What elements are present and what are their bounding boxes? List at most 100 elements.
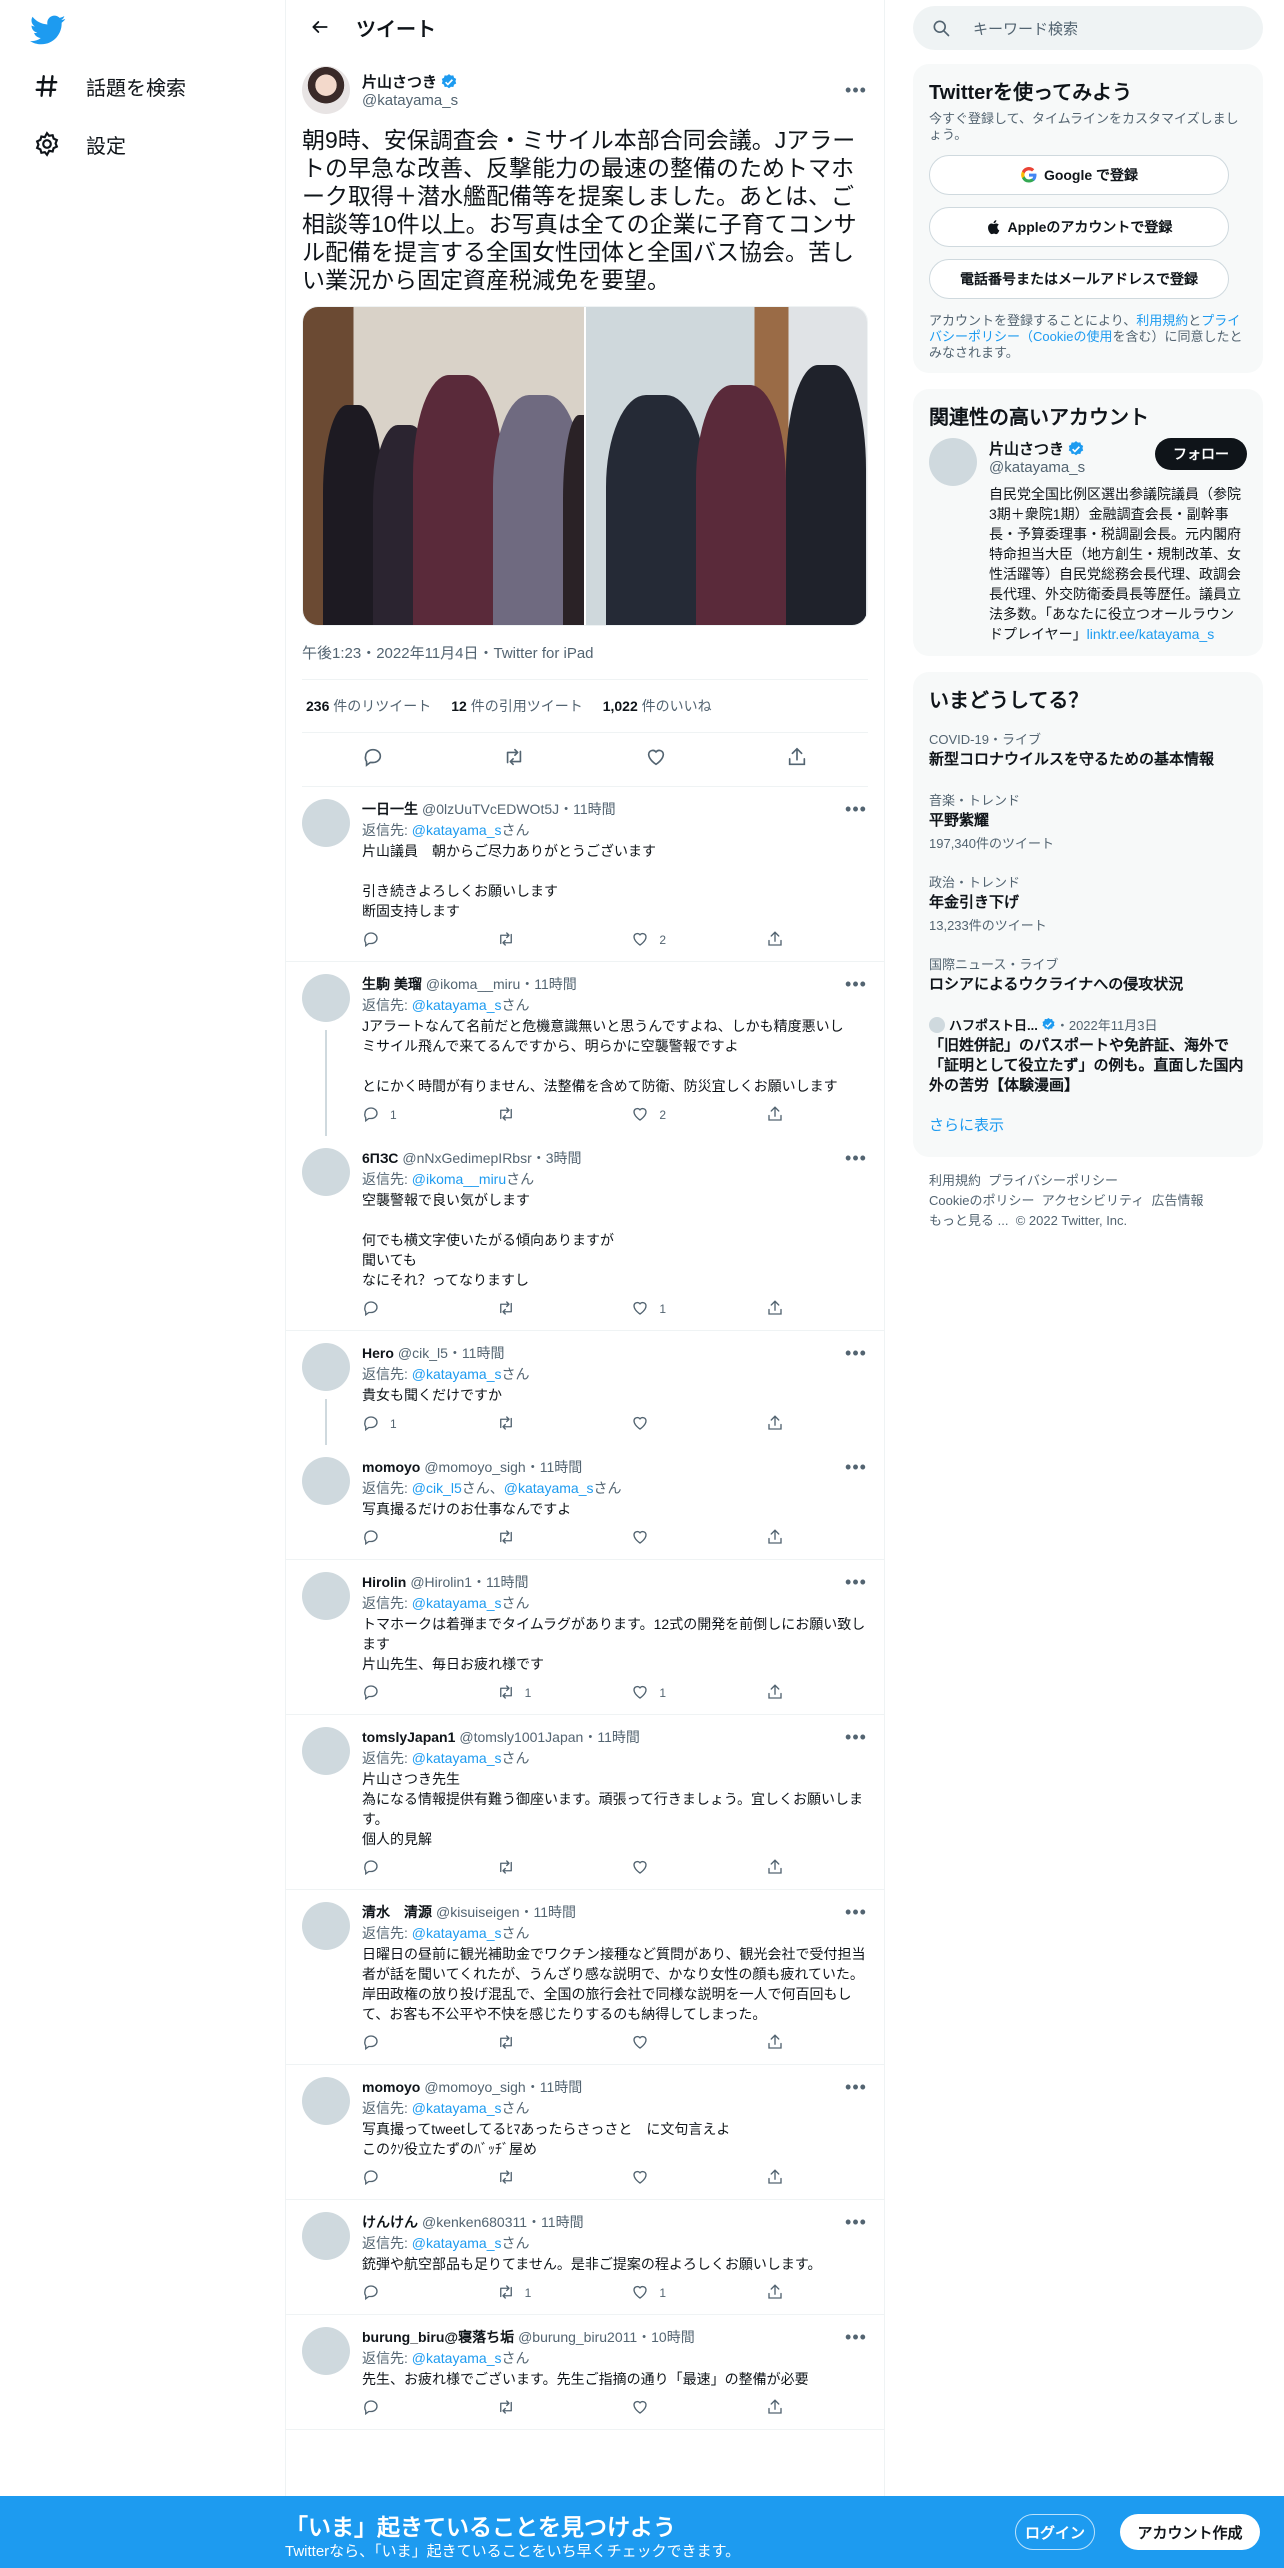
- related-name[interactable]: 片山さつき: [989, 438, 1064, 459]
- retweet-button[interactable]: [497, 2033, 597, 2054]
- share-button[interactable]: [766, 2398, 794, 2419]
- like-button[interactable]: [631, 2168, 731, 2189]
- tweet-photo[interactable]: [586, 307, 867, 625]
- like-button[interactable]: [631, 2398, 731, 2419]
- reply-button[interactable]: 1: [362, 1105, 462, 1126]
- more-options-icon[interactable]: •••: [844, 2077, 868, 2098]
- share-button[interactable]: [766, 1105, 794, 1126]
- reply-to-link[interactable]: @katayama_s: [412, 1750, 502, 1766]
- avatar[interactable]: [302, 2077, 350, 2125]
- back-arrow-icon[interactable]: [302, 9, 338, 45]
- reply-button[interactable]: [362, 1299, 462, 1320]
- quote-count[interactable]: 12 件の引用ツイート: [451, 696, 582, 716]
- like-button[interactable]: 1: [631, 2283, 731, 2304]
- reply-tweet[interactable]: 生駒 美瑠 @ikoma__miru・11時間 ••• 返信先: @kataya…: [286, 962, 884, 1136]
- reply-button[interactable]: [362, 1683, 462, 1704]
- reply-to-link[interactable]: @katayama_s: [412, 2235, 502, 2251]
- signup-button[interactable]: アカウント作成: [1120, 2514, 1260, 2550]
- avatar[interactable]: [302, 1457, 350, 1505]
- trend-item[interactable]: COVID-19・ライブ 新型コロナウイルスを守るための基本情報: [929, 719, 1247, 780]
- more-options-icon[interactable]: •••: [844, 974, 868, 995]
- tweet-timestamp[interactable]: 午後1:23・2022年11月4日・Twitter for iPad: [302, 626, 868, 680]
- footer-link[interactable]: 広告情報: [1152, 1193, 1204, 1208]
- footer-link[interactable]: 利用規約: [929, 1173, 981, 1188]
- reply-button[interactable]: [362, 2033, 462, 2054]
- share-icon[interactable]: [786, 746, 808, 773]
- more-options-icon[interactable]: •••: [844, 1572, 868, 1593]
- retweet-icon[interactable]: [503, 746, 525, 773]
- like-button[interactable]: [631, 2033, 731, 2054]
- reply-button[interactable]: [362, 1528, 462, 1549]
- reply-to-link[interactable]: @ikoma__miru: [412, 1171, 506, 1187]
- author-name[interactable]: 片山さつき: [362, 71, 437, 92]
- more-options-icon[interactable]: •••: [844, 1902, 868, 1923]
- reply-author-name[interactable]: 生駒 美瑠: [362, 974, 422, 994]
- twitter-logo-icon[interactable]: [30, 12, 66, 48]
- reply-button[interactable]: [362, 2398, 462, 2419]
- retweet-button[interactable]: 1: [497, 2283, 597, 2304]
- reply-button[interactable]: [362, 2168, 462, 2189]
- avatar[interactable]: [302, 2327, 350, 2375]
- share-button[interactable]: [766, 1528, 794, 1549]
- more-options-icon[interactable]: •••: [844, 2212, 868, 2233]
- reply-tweet[interactable]: tomslyJapan1 @tomsly1001Japan・11時間 ••• 返…: [286, 1715, 884, 1890]
- share-button[interactable]: [766, 2168, 794, 2189]
- retweet-button[interactable]: [497, 1858, 597, 1879]
- reply-to-link[interactable]: @katayama_s: [412, 2350, 502, 2366]
- avatar[interactable]: [302, 974, 350, 1022]
- reply-author-name[interactable]: 一日一生: [362, 799, 418, 819]
- reply-tweet[interactable]: momoyo @momoyo_sigh・11時間 ••• 返信先: @cik_l…: [286, 1445, 884, 1560]
- reply-to-link[interactable]: @katayama_s: [412, 1366, 502, 1382]
- avatar[interactable]: [302, 1902, 350, 1950]
- reply-button[interactable]: [362, 2283, 462, 2304]
- reply-to-link[interactable]: @katayama_s: [412, 822, 502, 838]
- login-button[interactable]: ログイン: [1015, 2514, 1095, 2550]
- reply-tweet[interactable]: Hero @cik_l5・11時間 ••• 返信先: @katayama_sさん…: [286, 1331, 884, 1445]
- reply-author-name[interactable]: tomslyJapan1: [362, 1729, 455, 1745]
- retweet-button[interactable]: [497, 2168, 597, 2189]
- reply-author-name[interactable]: Hirolin: [362, 1574, 406, 1590]
- avatar[interactable]: [302, 66, 350, 114]
- reply-tweet[interactable]: momoyo @momoyo_sigh・11時間 ••• 返信先: @katay…: [286, 2065, 884, 2200]
- reply-tweet[interactable]: 6ПЗС @nNxGedimepIRbsr・3時間 ••• 返信先: @ikom…: [286, 1136, 884, 1331]
- related-account[interactable]: 片山さつき @katayama_s フォロー 自民党全国比例区選出参議院議員（参…: [929, 438, 1247, 644]
- footer-more-link[interactable]: もっと見る ...: [929, 1213, 1008, 1228]
- reply-author-name[interactable]: けんけん: [362, 2212, 418, 2232]
- avatar[interactable]: [302, 1572, 350, 1620]
- reply-author-name[interactable]: 清水 清源: [362, 1902, 432, 1922]
- footer-link[interactable]: プライバシーポリシー: [988, 1173, 1118, 1188]
- trend-item[interactable]: 音楽・トレンド 平野紫耀 197,340件のツイート: [929, 780, 1247, 862]
- more-options-icon[interactable]: •••: [844, 1343, 868, 1364]
- retweet-button[interactable]: [497, 2398, 597, 2419]
- footer-link[interactable]: Cookieのポリシー: [929, 1193, 1034, 1208]
- reply-author-name[interactable]: momoyo: [362, 1459, 420, 1475]
- nav-item-explore[interactable]: 話題を検索: [32, 68, 186, 104]
- footer-link[interactable]: アクセシビリティ: [1042, 1193, 1145, 1208]
- more-options-icon[interactable]: •••: [844, 1457, 868, 1478]
- reply-tweet[interactable]: 清水 清源 @kisuiseigen・11時間 ••• 返信先: @kataya…: [286, 1890, 884, 2065]
- terms-link[interactable]: 利用規約: [1136, 313, 1188, 328]
- bio-link[interactable]: linktr.ee/katayama_s: [1087, 626, 1215, 642]
- tweet-photo[interactable]: [303, 307, 584, 625]
- reply-author-name[interactable]: Hero: [362, 1345, 394, 1361]
- like-button[interactable]: 1: [631, 1683, 731, 1704]
- reply-to-link[interactable]: @katayama_s: [412, 1925, 502, 1941]
- phone-email-signup-button[interactable]: 電話番号またはメールアドレスで登録: [929, 259, 1229, 299]
- share-button[interactable]: [766, 1299, 794, 1320]
- reply-tweet[interactable]: けんけん @kenken680311・11時間 ••• 返信先: @kataya…: [286, 2200, 884, 2315]
- google-signup-button[interactable]: Google で登録: [929, 155, 1229, 195]
- share-button[interactable]: [766, 1683, 794, 1704]
- retweet-button[interactable]: [497, 1299, 597, 1320]
- share-button[interactable]: [766, 1858, 794, 1879]
- reply-to-link[interactable]: @katayama_s: [412, 997, 502, 1013]
- reply-author-name[interactable]: burung_biru@寝落ち垢: [362, 2327, 514, 2347]
- like-icon[interactable]: [645, 746, 667, 773]
- reply-button[interactable]: [362, 1858, 462, 1879]
- reply-button[interactable]: [362, 930, 462, 951]
- avatar[interactable]: [302, 1148, 350, 1196]
- reply-button[interactable]: 1: [362, 1414, 462, 1435]
- share-button[interactable]: [766, 1414, 794, 1435]
- trend-item[interactable]: 政治・トレンド 年金引き下げ 13,233件のツイート: [929, 862, 1247, 944]
- avatar[interactable]: [302, 1727, 350, 1775]
- like-button[interactable]: 2: [631, 930, 731, 951]
